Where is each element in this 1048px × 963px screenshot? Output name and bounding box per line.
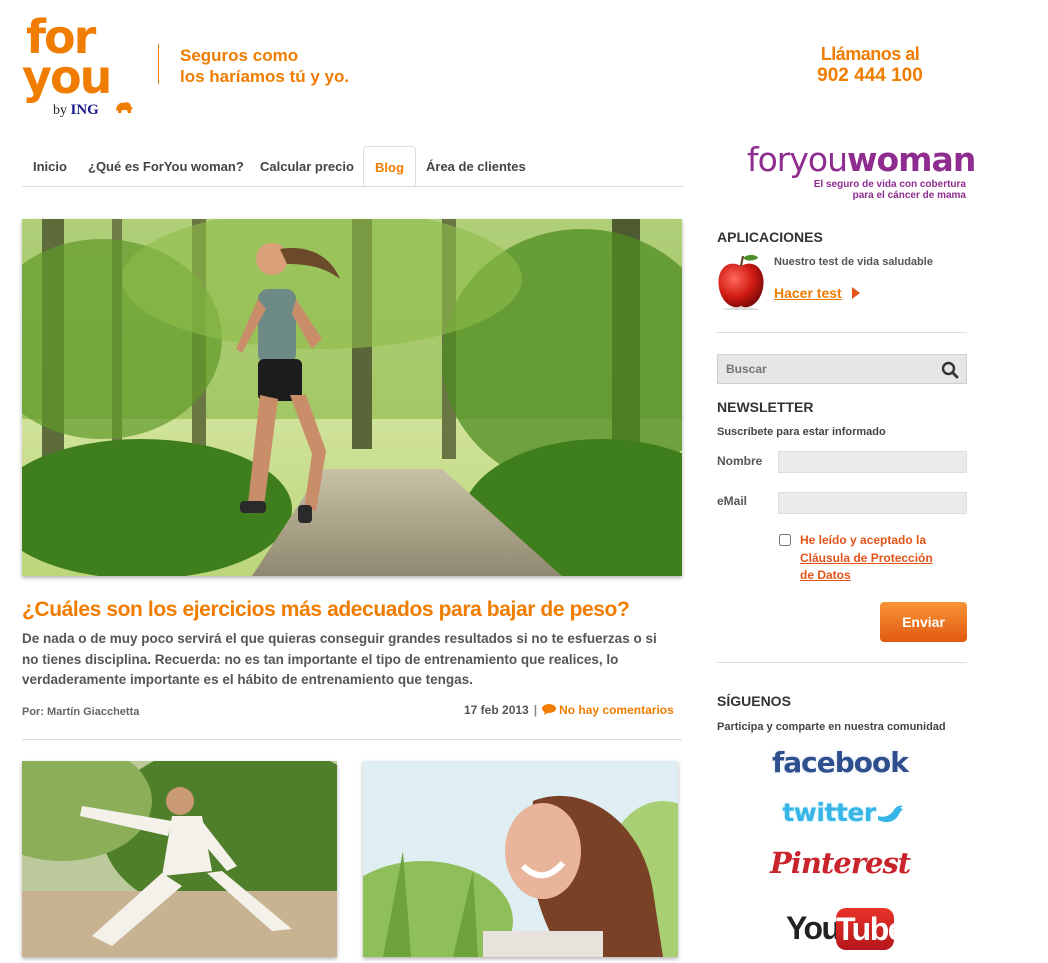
call-label: Llámanos al bbox=[820, 44, 920, 64]
tai-chi-man-photo[interactable] bbox=[22, 761, 337, 957]
twitter-link[interactable]: twitter bbox=[768, 798, 918, 827]
tagline: Seguros como los haríamos tú y yo. bbox=[180, 45, 349, 87]
twitter-bird-icon bbox=[877, 805, 903, 823]
newsletter-heading: NEWSLETTER bbox=[717, 399, 814, 415]
foryouwoman-logo[interactable]: foryouwoman bbox=[747, 140, 976, 179]
logo-by-label: by bbox=[53, 103, 67, 118]
meta-separator: | bbox=[533, 703, 538, 717]
smiling-woman-photo-art bbox=[363, 761, 678, 957]
foryouwoman-regular: foryou bbox=[747, 140, 848, 179]
article-meta: 17 feb 2013 | No hay comentarios bbox=[464, 703, 674, 717]
twitter-label: twitter bbox=[782, 798, 876, 827]
smiling-woman-photo[interactable] bbox=[363, 761, 678, 957]
apps-heading: APLICACIONES bbox=[717, 229, 823, 245]
follow-description: Participa y comparte en nuestra comunida… bbox=[717, 721, 946, 733]
comments-link[interactable]: No hay comentarios bbox=[559, 703, 674, 717]
article-excerpt: De nada o de muy poco servirá el que qui… bbox=[22, 631, 657, 687]
nav-item-inicio[interactable]: Inicio bbox=[33, 159, 67, 174]
search-input[interactable] bbox=[717, 354, 967, 384]
arrow-right-icon bbox=[852, 287, 860, 299]
nav-item-calcular-precio[interactable]: Calcular precio bbox=[260, 159, 354, 174]
nav-item-area-clientes[interactable]: Área de clientes bbox=[426, 159, 526, 174]
hero-photo-art bbox=[22, 219, 682, 576]
tai-chi-photo-art bbox=[22, 761, 337, 957]
follow-heading: SÍGUENOS bbox=[717, 693, 791, 709]
foryouwoman-bold: woman bbox=[847, 140, 976, 179]
privacy-clause-link-1[interactable]: Cláusula de Protección bbox=[800, 551, 933, 565]
submit-button[interactable]: Enviar bbox=[880, 602, 967, 642]
sidebar-divider bbox=[717, 662, 967, 663]
woman-running-photo[interactable] bbox=[22, 219, 682, 576]
facebook-link[interactable]: facebook bbox=[770, 746, 910, 779]
privacy-consent: He leído y aceptado la Cláusula de Prote… bbox=[800, 532, 933, 585]
name-field[interactable] bbox=[778, 451, 967, 473]
article-byline: Por: Martín Giacchetta bbox=[22, 706, 140, 718]
article-divider bbox=[22, 739, 682, 740]
email-label: eMail bbox=[717, 494, 748, 508]
name-label: Nombre bbox=[717, 454, 763, 468]
phone-number[interactable]: 902 444 100 bbox=[790, 65, 950, 87]
newsletter-description: Suscríbete para estar informado bbox=[717, 426, 886, 438]
article-title[interactable]: ¿Cuáles son los ejercicios más adecuados… bbox=[22, 598, 630, 622]
comment-bubble-icon bbox=[542, 704, 557, 715]
tagline-line-1: Seguros como bbox=[180, 46, 299, 65]
article-date: 17 feb 2013 bbox=[464, 703, 529, 717]
tagline-line-2: los haríamos tú y yo. bbox=[180, 67, 350, 86]
privacy-clause-link-2[interactable]: de Datos bbox=[800, 568, 851, 582]
sidebar-divider bbox=[717, 332, 967, 333]
call-us: Llámanos al 902 444 100 bbox=[790, 43, 950, 87]
foryouwoman-subtitle-2: para el cáncer de mama bbox=[852, 190, 966, 201]
apple-icon[interactable] bbox=[716, 252, 766, 310]
apps-description: Nuestro test de vida saludable bbox=[774, 256, 933, 268]
header-divider bbox=[158, 44, 159, 84]
foryouwoman-subtitle: El seguro de vida con cobertura para el … bbox=[760, 179, 966, 201]
youtube-link[interactable]: You Tube bbox=[786, 906, 906, 952]
privacy-consent-text: He leído y aceptado la bbox=[800, 533, 927, 547]
hacer-test-link[interactable]: Hacer test bbox=[774, 285, 842, 301]
logo-by-ing: by ING bbox=[53, 102, 99, 119]
logo-you-text[interactable]: you bbox=[22, 54, 112, 100]
privacy-checkbox[interactable] bbox=[779, 534, 791, 546]
email-field[interactable] bbox=[778, 492, 967, 514]
nav-item-que-es[interactable]: ¿Qué es ForYou woman? bbox=[88, 159, 244, 174]
main-nav: Inicio ¿Qué es ForYou woman? Calcular pr… bbox=[22, 146, 684, 187]
nav-item-blog[interactable]: Blog bbox=[363, 146, 416, 186]
ing-lion-icon bbox=[116, 102, 133, 113]
youtube-you-label: You bbox=[786, 910, 841, 946]
logo-ing-label: ING bbox=[70, 102, 99, 118]
search-icon[interactable] bbox=[941, 361, 959, 379]
foryouwoman-subtitle-1: El seguro de vida con cobertura bbox=[813, 179, 966, 190]
youtube-tube-label: Tube bbox=[836, 908, 906, 950]
pinterest-link[interactable]: Pinterest bbox=[770, 846, 911, 880]
